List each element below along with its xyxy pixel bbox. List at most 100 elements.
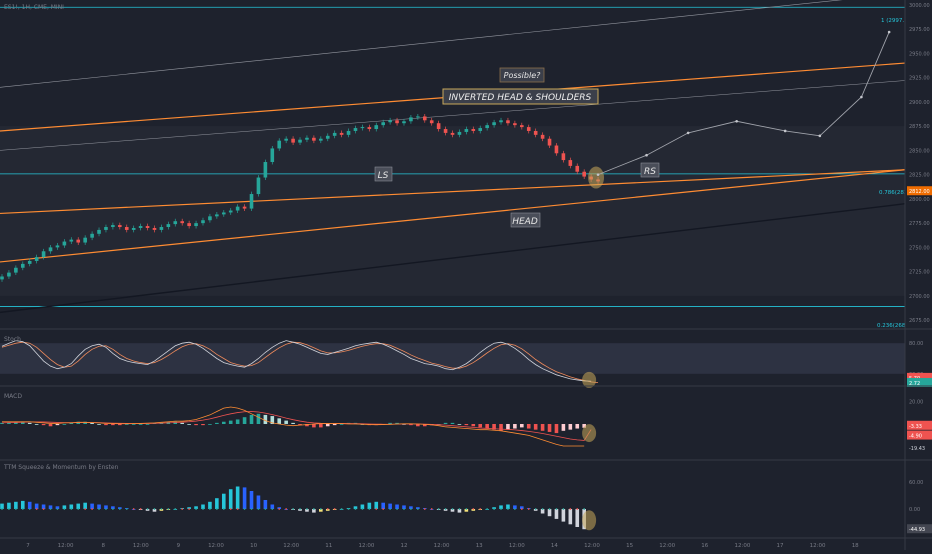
ttm-squeeze-dot [188,508,191,510]
price-tick-label: 2750.00 [909,245,930,251]
candle [41,251,46,258]
macd-histogram-bar [478,424,483,428]
price-tick-label: 2775.00 [909,221,930,227]
annotation-rs[interactable]: RS [640,162,660,178]
candle [312,137,316,141]
ttm-squeeze-dot [527,508,530,510]
ttm-bar [561,509,566,522]
ttm-squeeze-dot [403,508,405,510]
candle [221,212,226,215]
candle [194,223,198,227]
annotation-possible[interactable]: Possible? [499,67,545,83]
candle [0,276,4,280]
ttm-squeeze-dot [340,508,343,510]
ttm-bar [575,509,580,527]
ttm-squeeze-dot [319,508,322,510]
price-tick-label: 3000.00 [909,3,930,9]
ttm-squeeze-dot [21,508,24,510]
annotation-ls[interactable]: LS [374,166,393,182]
macd-histogram-bar [443,422,448,424]
channel-shading [0,126,905,296]
ttm-squeeze-dot [389,508,392,510]
macd-histogram-bar [235,419,240,424]
ttm-bar [20,500,25,509]
candle [457,131,462,135]
ttm-highlight [582,510,597,531]
ttm-squeeze-dot [278,508,281,510]
ttm-squeeze-dot [257,508,260,510]
time-tick-label: 15 [626,543,633,549]
ttm-squeeze-dot [49,508,52,510]
ttm-squeeze-dot [236,508,239,510]
macd-histogram-bar [208,424,212,425]
ttm-bar [221,493,226,509]
macd-histogram-bar [62,424,67,425]
annotation-possible-text: Possible? [504,71,542,80]
ttm-bar [381,502,385,509]
ttm-squeeze-dot [465,508,468,510]
ttm-bar [228,489,233,509]
candle [7,272,11,277]
candle [270,148,275,163]
ttm-squeeze-dot [451,508,454,510]
annotation-head-text: HEAD [512,217,538,227]
candle [416,116,420,118]
candle [533,130,538,135]
ttm-squeeze-dot [271,508,274,510]
ttm-squeeze-dot [548,508,551,510]
macd-histogram-bar [131,424,136,425]
ttm-squeeze-dot [111,508,114,510]
candle [547,138,552,146]
stoch-tick-label: 80.00 [909,341,923,347]
macd-histogram-bar [215,422,219,424]
candle [27,260,32,264]
candle [554,145,559,154]
ttm-squeeze-dot [195,508,197,510]
ttm-squeeze-dot [264,508,267,510]
macd-histogram-bar [27,422,32,424]
macd-histogram-bar [263,414,268,424]
candle [319,138,323,141]
ttm-bar [367,502,372,509]
ttm-squeeze-dot [430,508,433,510]
time-tick-label: 14 [551,543,558,549]
macd-histogram-bar [319,424,323,428]
macd-histogram-bar [55,424,60,426]
candle [395,120,399,124]
symbol-header: ES1!, 1H, CME, MINI [4,4,64,11]
ttm-squeeze-dot [444,508,447,510]
macd-histogram-bar [97,424,101,425]
candle [215,214,219,217]
ttm-squeeze-dot [410,508,412,510]
ttm-squeeze-dot [229,508,232,510]
candle [353,128,358,131]
chart-root[interactable]: ES1!, 1H, CME, MINI Stoch MACD TTM Squee… [0,0,932,550]
candle [575,165,580,172]
candle [478,128,483,131]
ttm-squeeze-dot [555,508,558,510]
ttm-squeeze-dot [479,508,482,510]
candle [422,116,427,121]
candle [568,160,573,166]
price-chart[interactable]: ES1!, 1H, CME, MINI Stoch MACD TTM Squee… [0,0,932,550]
annotation-head[interactable]: HEAD [510,212,541,228]
ttm-squeeze-dot [458,508,461,510]
candle [381,122,385,126]
annotation-pattern[interactable]: INVERTED HEAD & SHOULDERS [442,88,599,105]
time-tick-label: 18 [852,543,859,549]
price-axis[interactable]: 3000.00 2975.00 2950.00 2925.00 2900.00 2875.… [904,0,932,550]
ttm-squeeze-dot [513,508,516,510]
candle [374,125,379,130]
candle [450,132,455,135]
macd-histogram-bar [104,424,108,426]
ttm-squeeze-dot [35,508,38,510]
ttm-squeeze-dot [493,508,495,510]
candle [561,153,566,161]
candle [298,139,302,143]
macd-histogram-bar [520,424,524,428]
ttm-squeeze-dot [174,508,177,510]
ttm-squeeze-dot [105,508,107,510]
candle [118,225,122,228]
ttm-squeeze-dot [306,508,308,510]
time-tick-label: 11 [325,543,332,549]
